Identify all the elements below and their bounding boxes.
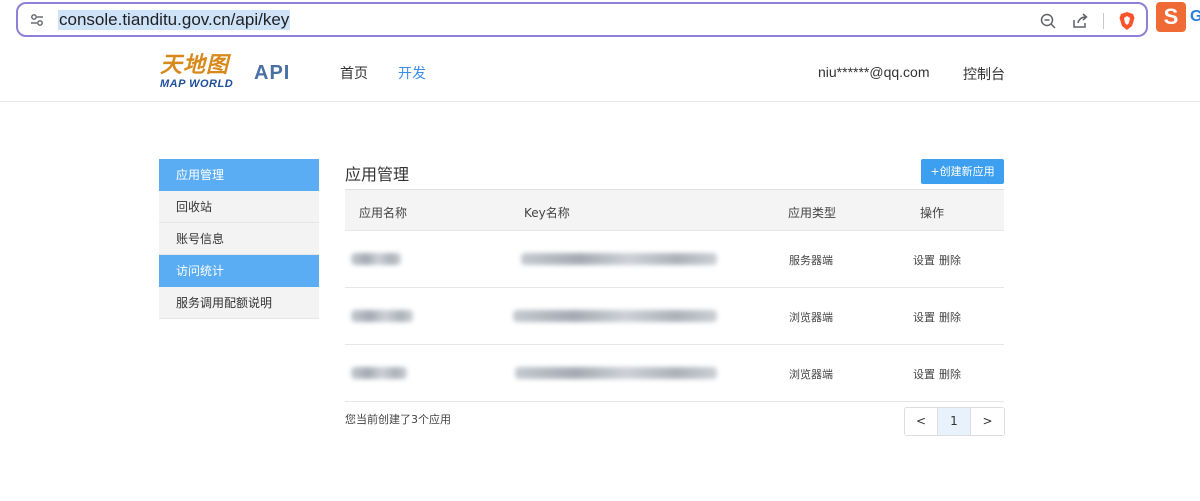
app-type: 服务器端 (789, 254, 833, 267)
site-header: 天地图 MAP WORLD API 首页 开发 niu******@qq.com… (0, 42, 1200, 102)
prev-page-button[interactable]: < (905, 408, 938, 435)
app-count-summary: 您当前创建了3个应用 (345, 413, 451, 426)
app-type: 浏览器端 (789, 368, 833, 381)
address-bar[interactable]: console.tianditu.gov.cn/api/key (16, 2, 1148, 37)
nav-develop[interactable]: 开发 (398, 63, 426, 83)
redacted-key (521, 253, 717, 265)
delete-link[interactable]: 删除 (939, 254, 961, 267)
site-settings-icon[interactable] (30, 13, 44, 27)
row-actions: 设置 删除 (913, 366, 965, 382)
create-app-button[interactable]: +创建新应用 (921, 159, 1004, 184)
app-type: 浏览器端 (789, 311, 833, 324)
sidebar-menu: 应用管理 回收站 账号信息 访问统计 服务调用配额说明 (159, 159, 319, 319)
settings-link[interactable]: 设置 (913, 368, 935, 381)
sogou-extension-icon[interactable]: S (1156, 2, 1186, 32)
api-label: API (254, 62, 291, 84)
pagination: < 1 > (904, 407, 1005, 436)
user-email[interactable]: niu******@qq.com (818, 64, 930, 80)
zoom-icon[interactable] (1039, 12, 1057, 30)
table-header: 应用名称 Key名称 应用类型 操作 (345, 189, 1004, 231)
logo-english: MAP WORLD (160, 78, 234, 90)
sidebar-item-access-stats[interactable]: 访问统计 (159, 255, 319, 287)
column-actions: 操作 (920, 206, 945, 220)
logo-chinese: 天地图 (160, 52, 230, 78)
table-row: 浏览器端 设置 删除 (345, 345, 1004, 402)
page-1-button[interactable]: 1 (938, 408, 971, 435)
redacted-key (515, 367, 717, 379)
column-key-name: Key名称 (524, 206, 570, 220)
delete-link[interactable]: 删除 (939, 368, 961, 381)
column-app-name: 应用名称 (359, 206, 408, 220)
table-row: 服务器端 设置 删除 (345, 231, 1004, 288)
sidebar-item-quota-info[interactable]: 服务调用配额说明 (159, 287, 319, 319)
redacted-app-name (351, 310, 413, 322)
console-link[interactable]: 控制台 (963, 64, 1005, 84)
row-actions: 设置 删除 (913, 252, 965, 268)
share-icon[interactable] (1071, 12, 1089, 30)
toolbar-divider (1103, 13, 1104, 29)
extension-icon[interactable]: G (1190, 8, 1200, 26)
delete-link[interactable]: 删除 (939, 311, 961, 324)
url-text[interactable]: console.tianditu.gov.cn/api/key (58, 10, 291, 30)
column-app-type: 应用类型 (788, 206, 837, 220)
app-table: 应用名称 Key名称 应用类型 操作 服务器端 设置 删除 浏览器端 设置 删除 浏… (345, 189, 1004, 402)
settings-link[interactable]: 设置 (913, 311, 935, 324)
brave-shield-icon[interactable] (1118, 11, 1136, 31)
sidebar-item-account-info[interactable]: 账号信息 (159, 223, 319, 255)
tianditu-logo[interactable]: 天地图 MAP WORLD (160, 52, 240, 94)
settings-link[interactable]: 设置 (913, 254, 935, 267)
table-row: 浏览器端 设置 删除 (345, 288, 1004, 345)
browser-toolbar: console.tianditu.gov.cn/api/key S G (0, 0, 1200, 40)
row-actions: 设置 删除 (913, 309, 965, 325)
redacted-key (513, 310, 717, 322)
page-title: 应用管理 (345, 165, 410, 184)
next-page-button[interactable]: > (971, 408, 1004, 435)
sidebar-item-app-management[interactable]: 应用管理 (159, 159, 319, 191)
redacted-app-name (351, 253, 401, 265)
nav-home[interactable]: 首页 (340, 63, 368, 83)
sidebar-item-recycle-bin[interactable]: 回收站 (159, 191, 319, 223)
redacted-app-name (351, 367, 407, 379)
